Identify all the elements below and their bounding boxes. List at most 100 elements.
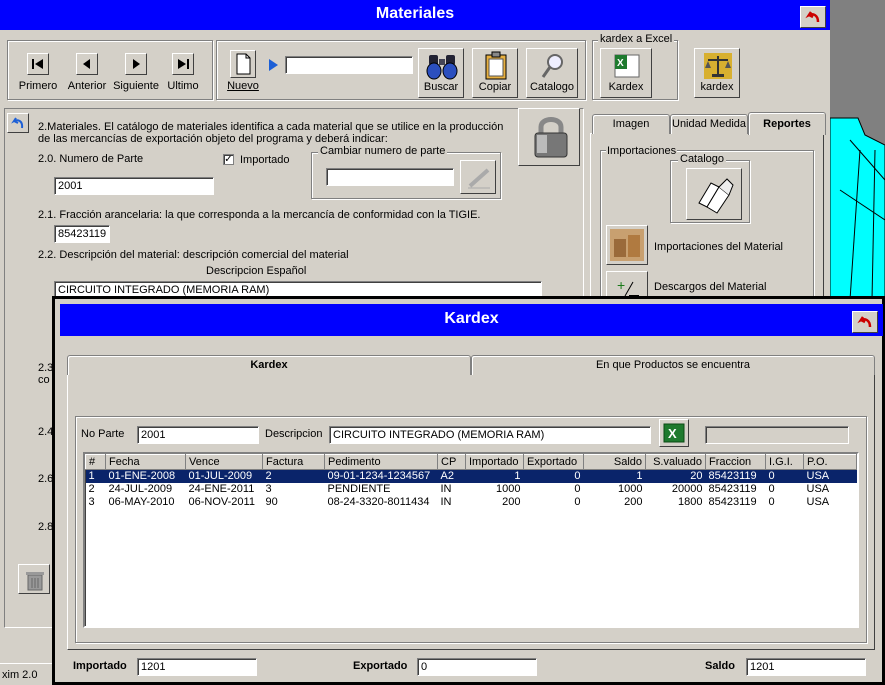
cell-svaluado: 20000 <box>671 483 703 495</box>
material-description-label: 2.2. Descripción del material: descripci… <box>38 249 349 261</box>
padlock-icon <box>534 117 568 158</box>
tab-en-que-productos[interactable]: En que Productos se encuentra <box>471 355 875 375</box>
last-label: Ultimo <box>167 80 199 92</box>
column-pedimento[interactable]: Pedimento <box>324 454 438 470</box>
cell-vence: 06-NOV-2011 <box>188 496 255 508</box>
status-text: xim 2.0 <box>2 669 38 681</box>
column-saldo[interactable]: Saldo <box>583 454 646 470</box>
materials-description: 2.Materiales. El catálogo de materiales … <box>38 121 504 145</box>
no-parte-label: No Parte <box>81 428 125 440</box>
first-icon <box>27 53 49 75</box>
apply-change-part-button[interactable] <box>460 160 496 194</box>
lock-button[interactable] <box>518 108 580 166</box>
arrow-right-icon <box>269 59 278 71</box>
column-importado[interactable]: Importado <box>465 454 524 470</box>
undo-button[interactable] <box>7 113 29 133</box>
cell-exportado: 0 <box>574 496 581 508</box>
cell-importado: 1000 <box>496 483 521 495</box>
catalog-label: Catalogo <box>529 81 575 93</box>
new-label: Nuevo <box>227 80 259 92</box>
last-record-button[interactable]: Ultimo <box>162 50 204 98</box>
close-kardex-button[interactable] <box>852 311 878 333</box>
kardex-window-title: Kardex <box>444 310 499 327</box>
descripcion-label: Descripcion <box>265 428 323 440</box>
cell-pedimento: 09-01-1234-1234567 <box>324 469 438 483</box>
column-exportado[interactable]: Exportado <box>523 454 584 470</box>
column-factura[interactable]: Factura <box>262 454 325 470</box>
change-part-group-label: Cambiar numero de parte <box>318 145 448 157</box>
book-icon <box>698 178 734 214</box>
next-record-button[interactable]: Siguiente <box>112 50 160 98</box>
importado-checkbox[interactable]: ✓ <box>223 154 234 165</box>
section-co-label: co <box>38 374 50 386</box>
cell-vence: 01-JUL-2009 <box>185 469 263 483</box>
delete-button[interactable] <box>18 564 50 594</box>
cell-po: USA <box>803 469 857 483</box>
no-parte-input[interactable]: 2001 <box>137 426 259 444</box>
total-importado-label: Importado <box>73 660 127 672</box>
first-record-button[interactable]: Primero <box>17 50 59 98</box>
export-excel-button[interactable]: X <box>659 419 689 447</box>
last-icon <box>172 53 194 75</box>
svg-text:+: + <box>617 277 625 293</box>
table-row[interactable]: 3 06-MAY-2010 06-NOV-2011 90 08-24-3320-… <box>86 496 857 509</box>
cell-exportado: 0 <box>574 483 581 495</box>
search-input[interactable] <box>285 56 413 74</box>
part-number-label: 2.0. Numero de Parte <box>38 153 144 165</box>
catalog-report-button[interactable] <box>686 168 742 220</box>
svg-text:X: X <box>668 426 677 441</box>
materiales-titlebar: Materiales <box>0 0 830 30</box>
descargos-material-button[interactable]: + <box>606 271 648 299</box>
table-row[interactable]: 1 01-ENE-2008 01-JUL-2009 2 09-01-1234-1… <box>85 469 857 483</box>
copy-label: Copiar <box>478 81 512 93</box>
kardex-grid[interactable]: # Fecha Vence Factura Pedimento CP Impor… <box>83 452 859 628</box>
kardex-excel-button[interactable]: X Kardex <box>600 48 652 98</box>
table-row[interactable]: 2 24-JUL-2009 24-ENE-2011 3 PENDIENTE IN… <box>86 483 857 496</box>
cell-num: 2 <box>88 483 95 495</box>
column-vence[interactable]: Vence <box>185 454 263 470</box>
imports-group-label: Importaciones <box>606 145 678 157</box>
tab-kardex[interactable]: Kardex <box>67 355 471 375</box>
tab-reportes[interactable]: Reportes <box>748 112 826 135</box>
column-fecha[interactable]: Fecha <box>105 454 186 470</box>
descripcion-input[interactable]: CIRCUITO INTEGRADO (MEMORIA RAM) <box>329 426 651 444</box>
fraccion-input[interactable]: 85423119 <box>54 225 110 243</box>
new-button[interactable]: Nuevo <box>224 50 262 98</box>
previous-record-button[interactable]: Anterior <box>66 50 108 98</box>
catalog-button[interactable]: Catalogo <box>526 48 578 98</box>
imports-material-button[interactable] <box>606 225 648 265</box>
spanish-description-label: Descripcion Español <box>206 265 307 277</box>
close-materiales-button[interactable] <box>800 6 826 28</box>
copy-button[interactable]: Copiar <box>472 48 518 98</box>
fraccion-label: 2.1. Fracción arancelaria: la que corres… <box>38 209 481 221</box>
kardex-label: kardex <box>700 81 734 93</box>
column-svaluado[interactable]: S.valuado <box>645 454 706 470</box>
cell-pedimento: 08-24-3320-8011434 <box>327 496 430 508</box>
cell-cp: IN <box>440 483 452 495</box>
column-po[interactable]: P.O. <box>803 454 857 470</box>
column-igi[interactable]: I.G.I. <box>765 454 804 470</box>
search-button[interactable]: Buscar <box>418 48 464 98</box>
tab-unidad-medida[interactable]: Unidad Medida <box>670 114 748 134</box>
column-fraccion[interactable]: Fraccion <box>705 454 766 470</box>
cell-factura: 90 <box>265 496 278 508</box>
part-number-input[interactable]: 2001 <box>54 177 214 195</box>
new-document-icon <box>230 50 256 78</box>
change-part-input[interactable] <box>326 168 454 186</box>
section-2-4-label: 2.4 <box>38 426 54 438</box>
cell-svaluado: 20 <box>645 469 706 483</box>
clipboard-icon <box>485 51 507 80</box>
cell-po: USA <box>806 496 830 508</box>
cell-cp: A2 <box>437 469 466 483</box>
first-label: Primero <box>18 80 58 92</box>
magnifier-icon <box>541 54 563 78</box>
cell-saldo: 1000 <box>618 483 643 495</box>
column-num[interactable]: # <box>85 454 106 470</box>
kardex-window: Kardex Kardex En que Productos se encuen… <box>52 296 885 685</box>
binoculars-icon <box>426 55 458 80</box>
column-cp[interactable]: CP <box>437 454 466 470</box>
cell-importado: 1 <box>465 469 524 483</box>
kardex-button[interactable]: kardex <box>694 48 740 98</box>
cell-factura: 2 <box>262 469 325 483</box>
tab-imagen[interactable]: Imagen <box>592 114 670 134</box>
